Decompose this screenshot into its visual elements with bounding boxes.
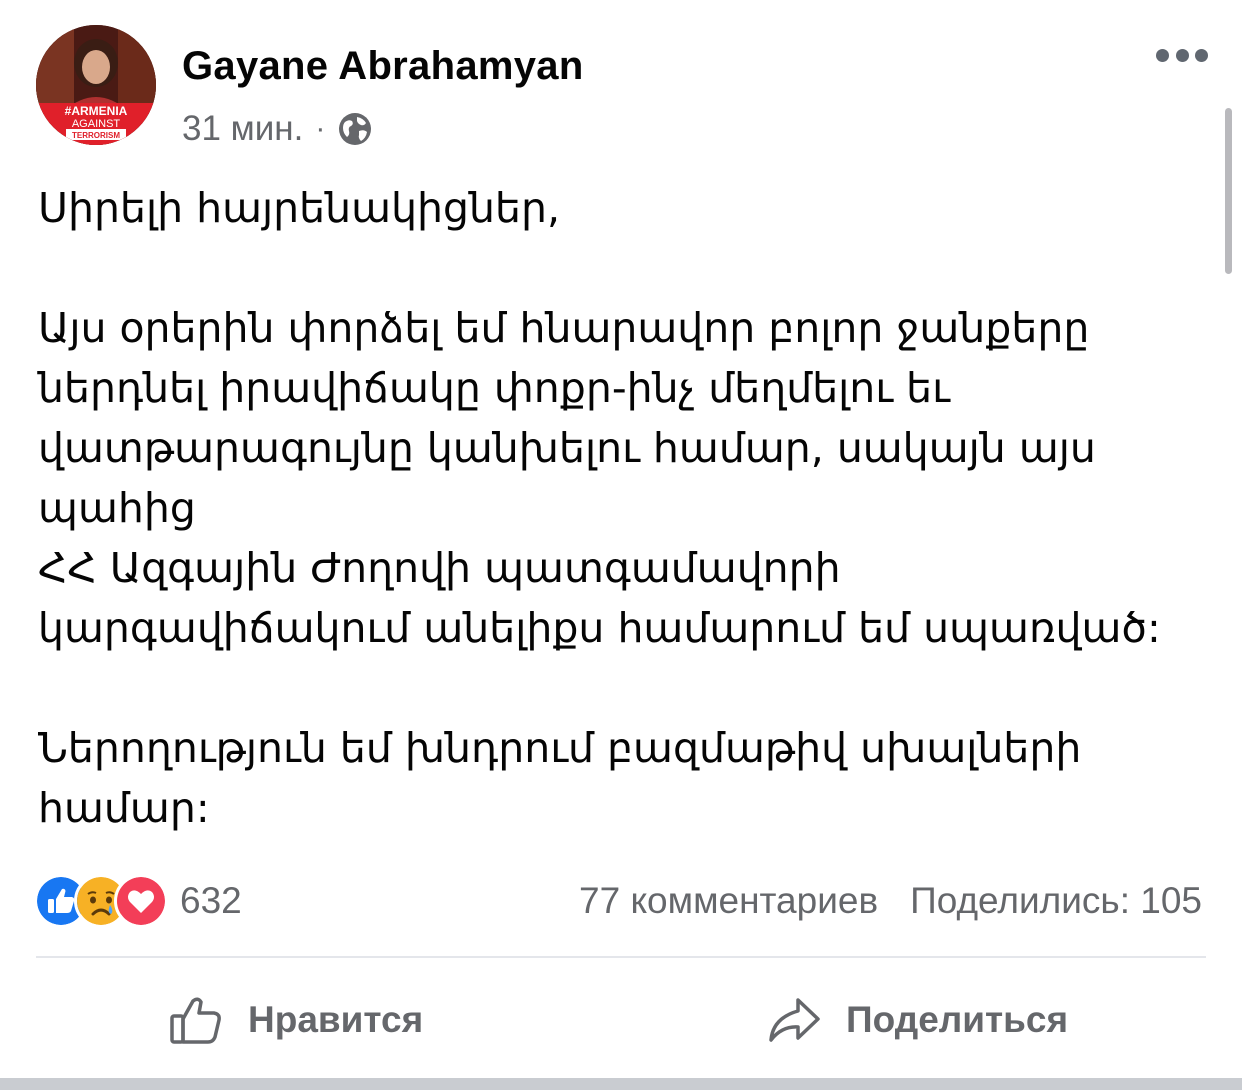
share-arrow-icon (769, 998, 820, 1042)
avatar-badge-line-1: #ARMENIA (65, 104, 128, 118)
post-greeting: Սիրելի հայրենակիցներ, (38, 184, 560, 232)
author-name[interactable]: Gayane Abrahamyan (182, 44, 584, 89)
love-reaction-icon (114, 874, 168, 928)
post-text-line: վատթարագույնը կանխելու համար, սակայն այս (38, 424, 1096, 472)
bottom-bar (0, 1078, 1242, 1090)
more-dot-icon (1195, 48, 1208, 62)
divider (36, 956, 1206, 958)
post-body: Սիրելի հայրենակիցներ, Այս օրերին փորձել … (38, 178, 1218, 838)
post-text-line: Այս օրերին փորձել եմ հնարավոր բոլոր ջանք… (38, 304, 1090, 352)
post-text-line: կարգավիճակում անելիքս համարում եմ սպառվա… (38, 604, 1161, 652)
post-stats: 77 комментариев Поделились: 105 (579, 874, 1202, 928)
more-dot-icon (1175, 48, 1189, 62)
globe-icon (339, 113, 372, 145)
post-meta: 31 мин. · (182, 106, 373, 152)
share-button[interactable]: Поделиться (766, 990, 1068, 1050)
avatar[interactable]: #ARMENIA AGAINST TERRORISM (36, 25, 156, 145)
scrollbar[interactable] (1225, 108, 1232, 274)
meta-separator: · (315, 112, 326, 145)
avatar-badge-line-3: TERRORISM (72, 131, 120, 140)
comments-count-link[interactable]: 77 комментариев (579, 880, 878, 922)
facebook-post: #ARMENIA AGAINST TERRORISM Gayane Abraha… (0, 0, 1242, 1090)
more-dot-icon (1156, 48, 1169, 62)
reactions-summary[interactable]: 632 (34, 874, 242, 928)
reaction-count: 632 (180, 880, 242, 921)
more-options-button[interactable] (1156, 44, 1208, 66)
thumbs-up-icon (170, 997, 221, 1044)
post-text-line: ներդնել իրավիճակը փոքր-ինչ մեղմելու եւ (38, 364, 950, 412)
post-text-line: ՀՀ Ազգային Ժողովի պատգամավորի (38, 544, 841, 592)
shares-count-link[interactable]: Поделились: 105 (910, 880, 1202, 922)
post-time[interactable]: 31 мин. (182, 109, 303, 149)
avatar-photo: #ARMENIA AGAINST TERRORISM (36, 25, 156, 145)
share-button-label: Поделиться (846, 999, 1069, 1040)
like-button[interactable]: Нравится (168, 990, 423, 1050)
avatar-badge-line-2: AGAINST (72, 118, 121, 130)
post-text-line: Ներողություն եմ խնդրում բազմաթիվ սխալներ… (38, 724, 1082, 772)
post-text-line: համար: (38, 784, 210, 832)
post-text-line: պահից (38, 484, 196, 532)
like-button-label: Нравится (248, 999, 424, 1040)
